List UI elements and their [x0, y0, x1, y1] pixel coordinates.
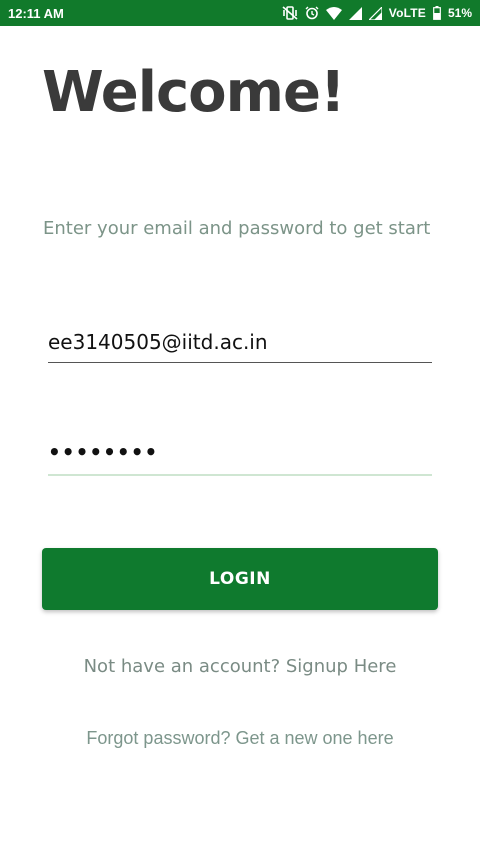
status-icons: VoLTE 51% — [282, 6, 472, 20]
page-title: Welcome! — [42, 60, 345, 125]
alarm-icon — [305, 6, 319, 20]
login-button[interactable]: LOGIN — [42, 548, 438, 610]
page-subtitle: Enter your email and password to get sta… — [43, 218, 431, 239]
status-time: 12:11 AM — [8, 5, 64, 21]
signal-icon — [348, 6, 362, 20]
password-field[interactable] — [48, 440, 432, 464]
forgot-password-link[interactable]: Forgot password? Get a new one here — [0, 728, 480, 749]
network-label: VoLTE — [388, 6, 426, 20]
vibrate-icon — [282, 6, 298, 20]
battery-percent: 51% — [447, 6, 472, 20]
signal-secondary-icon — [368, 6, 382, 20]
status-bar: 12:11 AM VoLTE 51% — [0, 0, 480, 26]
email-field[interactable] — [48, 330, 432, 354]
battery-icon — [433, 6, 441, 20]
signup-link[interactable]: Not have an account? Signup Here — [0, 656, 480, 677]
email-field-wrapper — [48, 330, 432, 363]
wifi-icon — [325, 6, 342, 20]
password-field-wrapper — [48, 440, 432, 476]
